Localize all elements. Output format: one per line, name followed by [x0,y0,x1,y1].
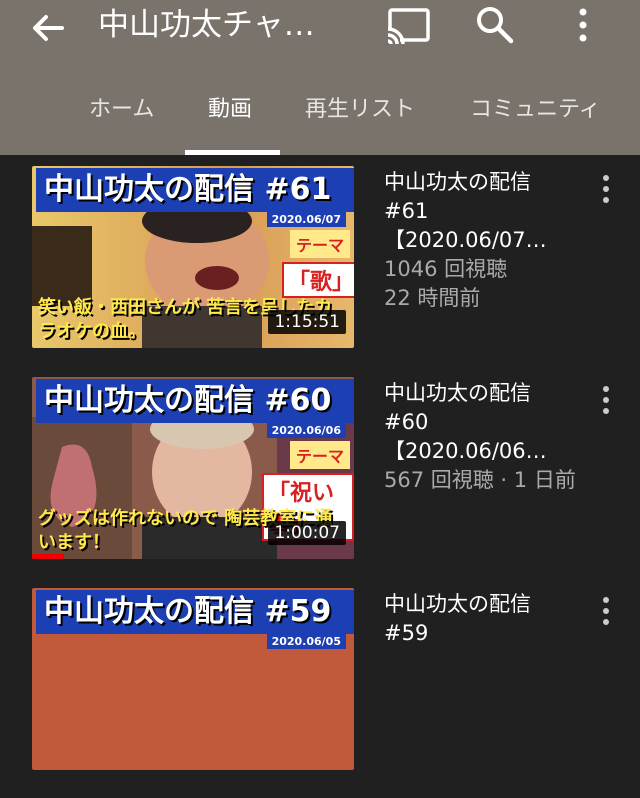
video-duration: 1:00:07 [268,521,346,545]
tab-home[interactable]: ホーム [89,88,154,155]
video-upload-age: 22 時間前 [384,286,481,310]
video-metadata[interactable]: 中山功太の配信 #60 【2020.06/06… 567 回視聴 · 1 日前 [384,379,584,495]
tab-community[interactable]: コミュニティ [470,88,601,155]
thumbnail-date-text: 2020.06/06 [266,423,346,438]
app-header: 中山功太チャ… ホーム 動画 再生リスト コミュニティ [0,0,640,155]
video-list-item[interactable]: 中山功太の配信 #60 2020.06/06 テーマ 「祝い事」 グッズは作れな… [0,377,640,587]
video-metadata[interactable]: 中山功太の配信 #61 【2020.06/07… 1046 回視聴 22 時間前 [384,168,584,313]
thumbnail-title-text: 中山功太の配信 #60 [36,379,354,423]
video-thumbnail[interactable]: 中山功太の配信 #61 2020.06/07 テーマ 「歌」 笑い飯・西田さんが… [32,166,354,348]
tab-playlists[interactable]: 再生リスト [305,88,415,155]
video-menu-icon[interactable] [596,381,616,421]
video-title-line[interactable]: #60 [384,408,584,437]
video-view-count: 1046 回視聴 [384,257,508,281]
video-list-item[interactable]: 中山功太の配信 #61 2020.06/07 テーマ 「歌」 笑い飯・西田さんが… [0,166,640,376]
active-tab-indicator [185,150,280,155]
video-title-line[interactable]: 中山功太の配信 [384,590,584,619]
video-title-line[interactable]: 中山功太の配信 [384,379,584,408]
video-metadata[interactable]: 中山功太の配信 #59 [384,590,584,648]
video-view-count: 567 回視聴 · 1 日前 [384,468,576,492]
video-menu-icon[interactable] [596,170,616,210]
channel-tabs: ホーム 動画 再生リスト コミュニティ [0,88,640,155]
video-title-line[interactable]: 【2020.06/06… [384,437,584,466]
tab-videos[interactable]: 動画 [208,88,252,155]
video-title-line[interactable]: #59 [384,619,584,648]
thumbnail-date-text: 2020.06/05 [266,634,346,649]
back-arrow-icon[interactable] [28,8,68,48]
watch-progress-bar [32,554,65,559]
video-title-line[interactable]: #61 [384,197,584,226]
channel-title: 中山功太チャ… [98,7,315,43]
thumbnail-title-text: 中山功太の配信 #61 [36,168,354,212]
thumbnail-theme-label: テーマ [290,230,351,258]
thumbnail-title-text: 中山功太の配信 #59 [36,590,354,634]
video-title-line[interactable]: 中山功太の配信 [384,168,584,197]
video-title-line[interactable]: 【2020.06/07… [384,226,584,255]
more-vert-icon[interactable] [568,4,598,46]
video-thumbnail[interactable]: 中山功太の配信 #59 2020.06/05 [32,588,354,770]
thumbnail-date-text: 2020.06/07 [266,212,346,227]
video-list-item[interactable]: 中山功太の配信 #59 2020.06/05 中山功太の配信 #59 [0,588,640,798]
video-duration: 1:15:51 [268,310,346,334]
cast-icon[interactable] [384,4,432,46]
search-icon[interactable] [474,4,516,46]
thumbnail-theme-value: 「歌」 [282,262,354,298]
video-thumbnail[interactable]: 中山功太の配信 #60 2020.06/06 テーマ 「祝い事」 グッズは作れな… [32,377,354,559]
thumbnail-theme-label: テーマ [290,441,351,469]
video-menu-icon[interactable] [596,592,616,632]
